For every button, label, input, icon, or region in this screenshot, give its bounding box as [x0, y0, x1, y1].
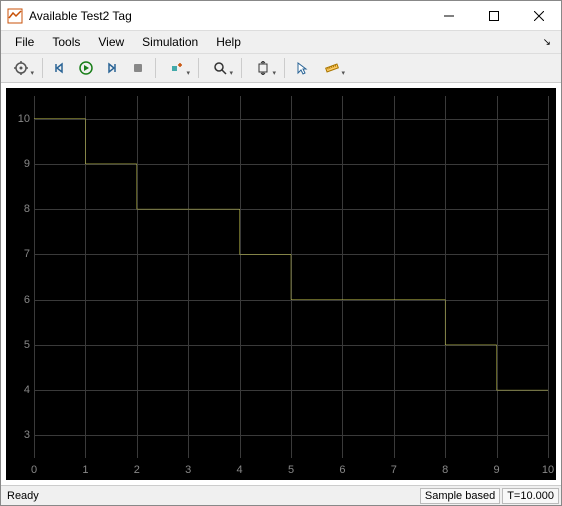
y-tick-label: 6 — [12, 294, 30, 306]
x-tick-label: 5 — [288, 464, 294, 476]
x-tick-label: 0 — [31, 464, 37, 476]
close-button[interactable] — [516, 1, 561, 31]
y-tick-label: 8 — [12, 203, 30, 215]
menu-tools[interactable]: Tools — [44, 33, 88, 51]
grid-line-v — [548, 96, 549, 458]
y-tick-label: 7 — [12, 248, 30, 260]
x-tick-label: 4 — [237, 464, 243, 476]
x-tick-label: 9 — [494, 464, 500, 476]
x-tick-label: 7 — [391, 464, 397, 476]
status-sample: Sample based — [420, 488, 500, 504]
x-tick-label: 10 — [542, 464, 554, 476]
stop-button[interactable] — [126, 56, 150, 80]
plot-area: 0 1 2 3 4 5 6 7 8 9 10 3 4 5 6 7 8 9 10 — [1, 83, 561, 485]
plot-axes: 012345678910345678910 — [34, 96, 548, 458]
plot-container[interactable]: 0 1 2 3 4 5 6 7 8 9 10 3 4 5 6 7 8 9 10 — [6, 88, 556, 480]
title-bar: Available Test2 Tag — [1, 1, 561, 31]
y-tick-label: 4 — [12, 384, 30, 396]
x-tick-label: 8 — [442, 464, 448, 476]
menu-simulation[interactable]: Simulation — [134, 33, 206, 51]
run-button[interactable] — [74, 56, 98, 80]
y-tick-label: 5 — [12, 339, 30, 351]
menu-view[interactable]: View — [90, 33, 132, 51]
app-icon — [7, 8, 23, 24]
step-forward-button[interactable] — [100, 56, 124, 80]
menu-help[interactable]: Help — [208, 33, 249, 51]
minimize-button[interactable] — [426, 1, 471, 31]
maximize-button[interactable] — [471, 1, 516, 31]
zoom-button[interactable] — [204, 56, 236, 80]
measure-button[interactable] — [316, 56, 348, 80]
x-tick-label: 3 — [185, 464, 191, 476]
status-ready: Ready — [3, 490, 43, 502]
x-tick-label: 2 — [134, 464, 140, 476]
chart-line — [34, 96, 548, 458]
window-title: Available Test2 Tag — [29, 9, 426, 23]
y-tick-label: 3 — [12, 429, 30, 441]
highlight-button[interactable] — [161, 56, 193, 80]
status-bar: Ready Sample based T=10.000 — [1, 485, 561, 505]
menu-bar: File Tools View Simulation Help ↘ — [1, 31, 561, 53]
step-back-button[interactable] — [48, 56, 72, 80]
settings-button[interactable] — [5, 56, 37, 80]
menu-file[interactable]: File — [7, 33, 42, 51]
x-tick-label: 1 — [82, 464, 88, 476]
scale-button[interactable] — [247, 56, 279, 80]
y-tick-label: 9 — [12, 158, 30, 170]
toolbar — [1, 53, 561, 83]
status-time: T=10.000 — [502, 488, 559, 504]
x-tick-label: 6 — [339, 464, 345, 476]
cursor-button[interactable] — [290, 56, 314, 80]
y-tick-label: 10 — [12, 113, 30, 125]
menu-overflow-icon[interactable]: ↘ — [539, 37, 555, 48]
